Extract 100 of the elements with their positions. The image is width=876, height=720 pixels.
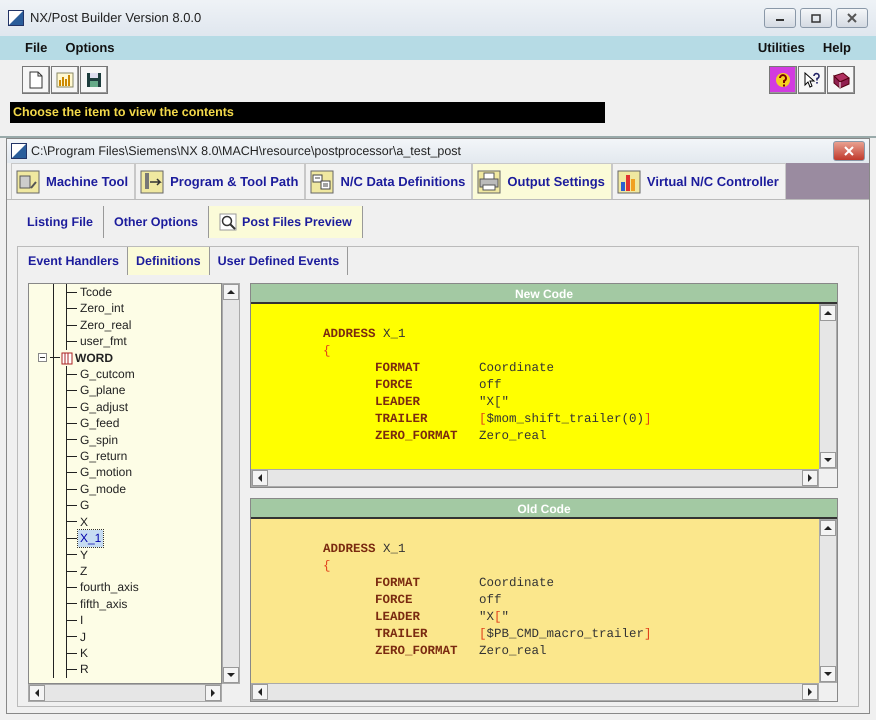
code-keyword: LEADER	[375, 608, 422, 626]
vertical-scrollbar[interactable]	[819, 304, 837, 468]
scroll-down-button[interactable]	[223, 667, 239, 683]
code-text: X_1	[383, 326, 406, 343]
tree-item[interactable]: G_mode	[78, 480, 128, 498]
pointer-question-icon	[802, 70, 822, 90]
window-title: C:\Program Files\Siemens\NX 8.0\MACH\resource\postprocessor\a_test_post	[31, 142, 462, 160]
tree-item[interactable]: G_feed	[78, 415, 122, 432]
close-button[interactable]	[836, 8, 868, 28]
horizontal-scrollbar[interactable]	[28, 684, 222, 702]
tree-item[interactable]: X_1	[78, 530, 104, 546]
bar-chart-icon	[55, 70, 75, 90]
tree-item[interactable]: Z	[78, 562, 90, 580]
tree-item[interactable]: G	[78, 497, 92, 514]
scroll-up-button[interactable]	[820, 305, 836, 321]
tab[interactable]: Program & Tool Path	[135, 163, 306, 199]
pane-header: Old Code	[251, 498, 837, 518]
tree-item[interactable]: X	[78, 514, 90, 530]
code-keyword: TRAILER	[375, 626, 429, 642]
code-text: X_1	[383, 540, 406, 558]
code-value: Coordinate	[479, 574, 554, 592]
tab[interactable]: User Defined Events	[210, 247, 348, 275]
bar-chart-icon	[616, 170, 641, 194]
tab[interactable]: N/C Data Definitions	[305, 163, 472, 199]
app-logo-icon	[11, 143, 27, 159]
tree-item[interactable]: G_spin	[78, 432, 120, 448]
tree-item[interactable]: fifth_axis	[78, 596, 130, 612]
tab[interactable]: Post Files Preview	[209, 206, 363, 238]
help-icon	[773, 70, 793, 90]
tree-item[interactable]: Zero_real	[78, 316, 134, 334]
code-keyword: FORMAT	[375, 360, 422, 377]
tree-item[interactable]: WORD	[73, 350, 115, 366]
menu-item[interactable]: File	[16, 38, 56, 58]
tool-path-icon	[140, 170, 164, 194]
search-icon	[219, 213, 238, 231]
close-icon	[844, 146, 854, 156]
menu-item[interactable]: Help	[814, 38, 860, 58]
app-logo-icon	[8, 10, 24, 26]
horizontal-scrollbar[interactable]	[251, 468, 819, 486]
tab[interactable]: Definitions	[128, 247, 210, 275]
bar-chart-button[interactable]	[51, 66, 79, 94]
menu-item[interactable]: Utilities	[748, 38, 814, 58]
code-keyword: FORCE	[375, 377, 414, 394]
tree-item[interactable]: I	[78, 612, 86, 629]
tree-item[interactable]: G_cutcom	[78, 366, 137, 382]
menu-item[interactable]: Options	[56, 38, 124, 58]
tree-item[interactable]: G_plane	[78, 382, 128, 399]
tree-item[interactable]: K	[78, 644, 90, 662]
scroll-right-button[interactable]	[205, 685, 221, 701]
code-keyword: ADDRESS	[323, 540, 377, 558]
code-value: off	[479, 592, 502, 608]
new-file-button[interactable]	[22, 66, 50, 94]
tree-item[interactable]: R	[78, 661, 91, 678]
minimize-button[interactable]	[764, 8, 796, 28]
tree-item[interactable]: Tcode	[78, 284, 114, 300]
close-button[interactable]	[833, 141, 865, 161]
scroll-left-button[interactable]	[252, 470, 268, 486]
code-keyword: LEADER	[375, 394, 422, 411]
tree-item[interactable]: G_adjust	[78, 398, 130, 416]
help-button[interactable]	[769, 66, 797, 94]
scroll-down-button[interactable]	[820, 666, 836, 682]
code-keyword: ZERO_FORMAT	[375, 642, 459, 660]
window-title: NX/Post Builder Version 8.0.0	[30, 9, 202, 28]
scroll-left-button[interactable]	[252, 684, 268, 700]
scroll-up-button[interactable]	[223, 284, 239, 300]
status-message: Choose the item to view the contents	[10, 102, 605, 123]
tree-item[interactable]: G_return	[78, 448, 130, 464]
code-value: "X["	[479, 394, 510, 411]
collapse-icon[interactable]	[38, 353, 47, 362]
code-value: "X["	[479, 608, 510, 626]
tree-item[interactable]: fourth_axis	[78, 579, 141, 596]
code-brace: {	[323, 343, 331, 360]
maximize-button[interactable]	[800, 8, 832, 28]
scroll-right-button[interactable]	[802, 470, 818, 486]
vertical-scrollbar[interactable]	[819, 518, 837, 683]
vertical-scrollbar[interactable]	[222, 283, 240, 684]
tree-item[interactable]: Zero_int	[78, 300, 126, 317]
maximize-icon	[811, 14, 821, 22]
tree-item[interactable]: user_fmt	[78, 333, 129, 350]
tab[interactable]: Listing File	[17, 206, 104, 238]
save-button[interactable]	[80, 66, 108, 94]
code-value: Zero_real	[479, 642, 547, 660]
tree-item[interactable]: Y	[78, 546, 90, 563]
scroll-right-button[interactable]	[802, 684, 818, 700]
scroll-up-button[interactable]	[820, 520, 836, 536]
tab[interactable]: Output Settings	[472, 163, 612, 199]
scroll-left-button[interactable]	[29, 685, 45, 701]
data-table-icon	[310, 170, 334, 194]
tab[interactable]: Virtual N/C Controller	[612, 163, 786, 199]
tree-item[interactable]: G_motion	[78, 464, 134, 481]
close-icon	[847, 13, 857, 23]
code-value: Coordinate	[479, 360, 554, 377]
tab[interactable]: Machine Tool	[11, 163, 136, 199]
pointer-question-button[interactable]	[798, 66, 826, 94]
pane-header: New Code	[251, 284, 837, 304]
scroll-down-button[interactable]	[820, 452, 836, 468]
horizontal-scrollbar[interactable]	[251, 683, 819, 701]
tree-item[interactable]: J	[78, 628, 88, 645]
code-value: [$PB_CMD_macro_trailer]	[479, 626, 652, 642]
code-keyword: ADDRESS	[323, 326, 377, 343]
